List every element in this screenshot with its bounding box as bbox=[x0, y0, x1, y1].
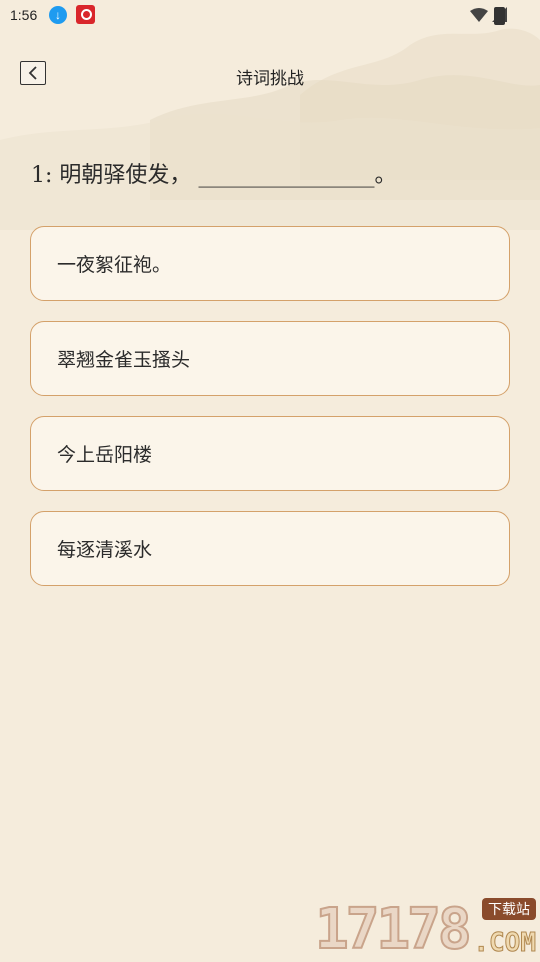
battery-icon bbox=[494, 7, 505, 25]
answer-options: 一夜絮征袍。 翠翘金雀玉搔头 今上岳阳楼 每逐清溪水 bbox=[30, 226, 510, 606]
question-prompt: 明朝驿使发， bbox=[59, 163, 192, 188]
nav-bar: 诗词挑战 bbox=[0, 52, 540, 96]
watermark-digits: 17178 bbox=[314, 897, 473, 962]
option-label: 一夜絮征袍。 bbox=[57, 254, 172, 276]
question-number: 1: bbox=[31, 163, 53, 188]
page-title: 诗词挑战 bbox=[236, 69, 304, 89]
answer-option-3[interactable]: 今上岳阳楼 bbox=[30, 416, 510, 491]
answer-blank: ________________ bbox=[198, 163, 375, 188]
answer-option-1[interactable]: 一夜絮征袍。 bbox=[30, 226, 510, 301]
answer-option-2[interactable]: 翠翘金雀玉搔头 bbox=[30, 321, 510, 396]
watermark-badge: 下载站 bbox=[482, 898, 536, 920]
watermark-domain: .COM bbox=[473, 928, 537, 959]
option-label: 翠翘金雀玉搔头 bbox=[57, 349, 191, 371]
download-app-icon: ↓ bbox=[49, 6, 67, 24]
background-mountains bbox=[0, 28, 540, 230]
option-label: 今上岳阳楼 bbox=[57, 444, 153, 466]
question-end-mark: 。 bbox=[374, 163, 397, 188]
site-watermark-logo: 17178 下载站 .COM bbox=[314, 897, 540, 962]
status-time: 1:56 bbox=[10, 7, 38, 23]
question-text: 1: 明朝驿使发， ________________。 bbox=[31, 157, 396, 189]
red-app-icon bbox=[76, 5, 95, 24]
status-bar: 1:56 ↓ bbox=[0, 0, 540, 32]
option-label: 每逐清溪水 bbox=[57, 539, 153, 561]
wifi-icon bbox=[470, 7, 488, 22]
answer-option-4[interactable]: 每逐清溪水 bbox=[30, 511, 510, 586]
